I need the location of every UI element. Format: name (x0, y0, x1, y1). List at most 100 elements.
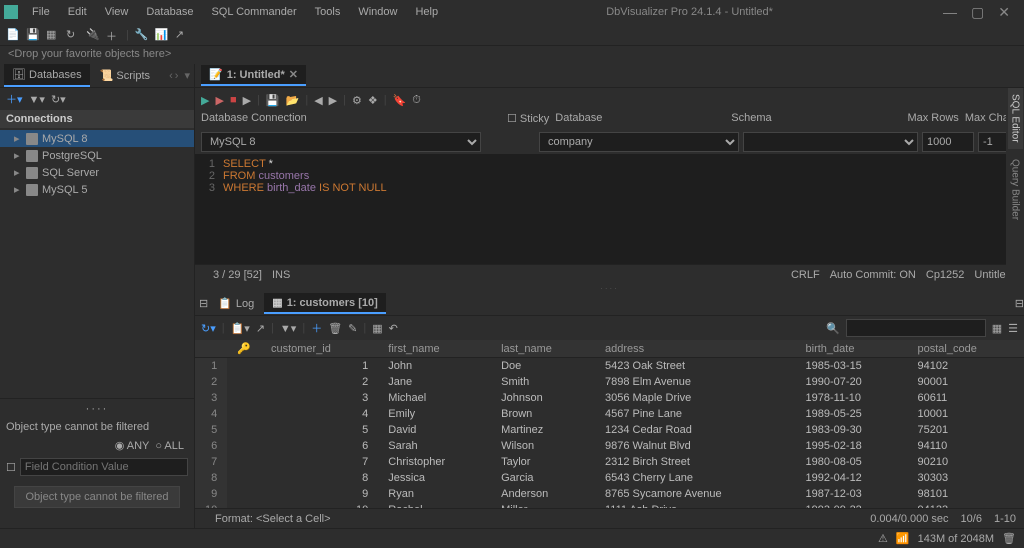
next-icon[interactable]: ▶ (329, 94, 337, 107)
format-icon[interactable]: ⚙ (352, 94, 362, 107)
table-row[interactable]: 11JohnDoe5423 Oak Street1985-03-1594102 (195, 358, 1024, 375)
filter-icon[interactable]: ▼▾ (29, 93, 45, 106)
refresh-tree-icon[interactable]: ↻▾ (51, 93, 66, 106)
sql-editor[interactable]: 1SELECT *2FROM customers3WHERE birth_dat… (195, 154, 1024, 264)
table-row[interactable]: 99RyanAnderson8765 Sycamore Avenue1987-1… (195, 486, 1024, 502)
close-icon[interactable]: ✕ (998, 4, 1010, 21)
tab-query-builder[interactable]: Query Builder (1008, 153, 1023, 226)
checkbox-filter[interactable]: ☐ (6, 461, 16, 474)
table-row[interactable]: 88JessicaGarcia6543 Cherry Lane1992-04-1… (195, 470, 1024, 486)
maxrows-input[interactable] (922, 132, 974, 152)
form-view-icon[interactable]: ☰ (1008, 322, 1018, 335)
connection-select[interactable]: MySQL 8 (201, 132, 481, 152)
grid-view-icon[interactable]: ▦ (992, 322, 1002, 335)
more-icon[interactable]: ▾ (180, 69, 194, 82)
table-row[interactable]: 66SarahWilson9876 Walnut Blvd1995-02-189… (195, 438, 1024, 454)
connection-mysql-8[interactable]: ▸MySQL 8 (0, 130, 194, 147)
refresh-grid-icon[interactable]: ↻▾ (201, 322, 216, 335)
tab-databases[interactable]: 🗄 Databases (4, 64, 90, 87)
connection-tree: ▸MySQL 8▸PostgreSQL▸SQL Server▸MySQL 5 (0, 128, 194, 398)
commit-icon[interactable]: ▦ (372, 322, 382, 335)
filter-input[interactable] (20, 458, 188, 476)
menu-window[interactable]: Window (350, 4, 405, 20)
grid-search-input[interactable] (846, 319, 986, 337)
result-grid[interactable]: 🔑customer_idfirst_namelast_nameaddressbi… (195, 340, 1024, 508)
table-row[interactable]: 44EmilyBrown4567 Pine Lane1989-05-251000… (195, 406, 1024, 422)
bookmark-icon[interactable]: 🔖 (393, 94, 407, 107)
menu-sql-commander[interactable]: SQL Commander (203, 4, 304, 20)
refresh-icon[interactable]: ↻ (66, 28, 80, 42)
prev-icon[interactable]: ◀ (314, 94, 322, 107)
history-icon[interactable]: ⏱ (412, 94, 421, 107)
chevron-left-icon[interactable]: ‹ (169, 70, 173, 82)
add-connection-icon[interactable]: ＋▾ (6, 91, 23, 107)
menu-database[interactable]: Database (138, 4, 201, 20)
tab-sql-editor[interactable]: SQL Editor (1008, 88, 1023, 149)
favorites-dropzone[interactable]: <Drop your favorite objects here> (0, 46, 1024, 64)
radio-any[interactable]: ◉ ANY (115, 440, 149, 452)
col-birth_date[interactable]: birth_date (796, 340, 908, 358)
tab-scripts[interactable]: 📜 Scripts (92, 65, 158, 86)
table-row[interactable]: 77ChristopherTaylor2312 Birch Street1980… (195, 454, 1024, 470)
radio-all[interactable]: ○ ALL (155, 440, 184, 452)
save-icon[interactable]: 💾 (26, 28, 40, 42)
filter-button[interactable]: Object type cannot be filtered (14, 486, 179, 508)
resize-handle[interactable]: ···· (6, 403, 188, 415)
chart-icon[interactable]: 📊 (155, 28, 169, 42)
open-query-icon[interactable]: 📂 (286, 94, 300, 107)
menu-edit[interactable]: Edit (60, 4, 95, 20)
pin-icon[interactable]: ⊟ (1015, 297, 1024, 310)
warning-icon[interactable]: ⚠ (878, 532, 888, 545)
export-grid-icon[interactable]: ↗ (256, 322, 265, 335)
add-row-icon[interactable]: ＋ (311, 320, 322, 336)
run-icon[interactable]: ▶ (201, 94, 209, 107)
connect-icon[interactable]: 🔌 (86, 28, 100, 42)
edit-row-icon[interactable]: ✎ (348, 322, 357, 335)
explain-icon[interactable]: ▶ (243, 94, 251, 107)
save-query-icon[interactable]: 💾 (266, 94, 280, 107)
grid-icon[interactable]: ▦ (46, 28, 60, 42)
minimize-icon[interactable]: — (943, 4, 957, 21)
copy-icon[interactable]: 📋▾ (231, 322, 250, 335)
menu-tools[interactable]: Tools (307, 4, 349, 20)
tab-customers[interactable]: ▦ 1: customers [10] (264, 293, 386, 314)
schema-select[interactable] (743, 132, 918, 152)
tool-icon[interactable]: 🔧 (135, 28, 149, 42)
col-postal_code[interactable]: postal_code (908, 340, 1024, 358)
close-tab-icon[interactable]: ✕ (289, 68, 298, 81)
filter-grid-icon[interactable]: ▼▾ (280, 322, 296, 335)
col-last_name[interactable]: last_name (491, 340, 595, 358)
menu-file[interactable]: File (24, 4, 58, 20)
sidebar-toolbar: ＋▾ ▼▾ ↻▾ (0, 88, 194, 110)
database-icon (26, 133, 38, 145)
tab-log[interactable]: 📋 Log (210, 294, 262, 313)
menu-help[interactable]: Help (407, 4, 446, 20)
titlebar: FileEditViewDatabaseSQL CommanderToolsWi… (0, 0, 1024, 24)
export-icon[interactable]: ↗ (175, 28, 189, 42)
gc-icon[interactable]: 🗑 (1002, 532, 1016, 545)
stop-icon[interactable]: ■ (230, 94, 237, 106)
collapse-icon[interactable]: ⊟ (199, 297, 208, 310)
editor-tab-1[interactable]: 📝 1: Untitled* ✕ (201, 65, 306, 86)
table-row[interactable]: 33MichaelJohnson3056 Maple Drive1978-11-… (195, 390, 1024, 406)
delete-row-icon[interactable]: 🗑 (328, 322, 342, 335)
connection-postgresql[interactable]: ▸PostgreSQL (0, 147, 194, 164)
table-row[interactable]: 55DavidMartinez1234 Cedar Road1983-09-30… (195, 422, 1024, 438)
col-first_name[interactable]: first_name (378, 340, 491, 358)
param-icon[interactable]: ❖ (368, 94, 378, 107)
database-select[interactable]: company (539, 132, 739, 152)
new-icon[interactable]: 📄 (6, 28, 20, 42)
maximize-icon[interactable]: ▢ (971, 4, 984, 21)
connection-sql-server[interactable]: ▸SQL Server (0, 164, 194, 181)
add-icon[interactable]: ＋ (106, 28, 120, 42)
connection-mysql-5[interactable]: ▸MySQL 5 (0, 181, 194, 198)
col-customer_id[interactable]: customer_id (261, 340, 378, 358)
run-script-icon[interactable]: ▶ (215, 94, 223, 107)
col-address[interactable]: address (595, 340, 796, 358)
chevron-right-icon[interactable]: › (175, 70, 179, 82)
database-icon (26, 150, 38, 162)
menu-view[interactable]: View (97, 4, 137, 20)
splitter[interactable]: ···· (195, 284, 1024, 292)
rollback-icon[interactable]: ↶ (389, 322, 398, 335)
table-row[interactable]: 22JaneSmith7898 Elm Avenue1990-07-209000… (195, 374, 1024, 390)
